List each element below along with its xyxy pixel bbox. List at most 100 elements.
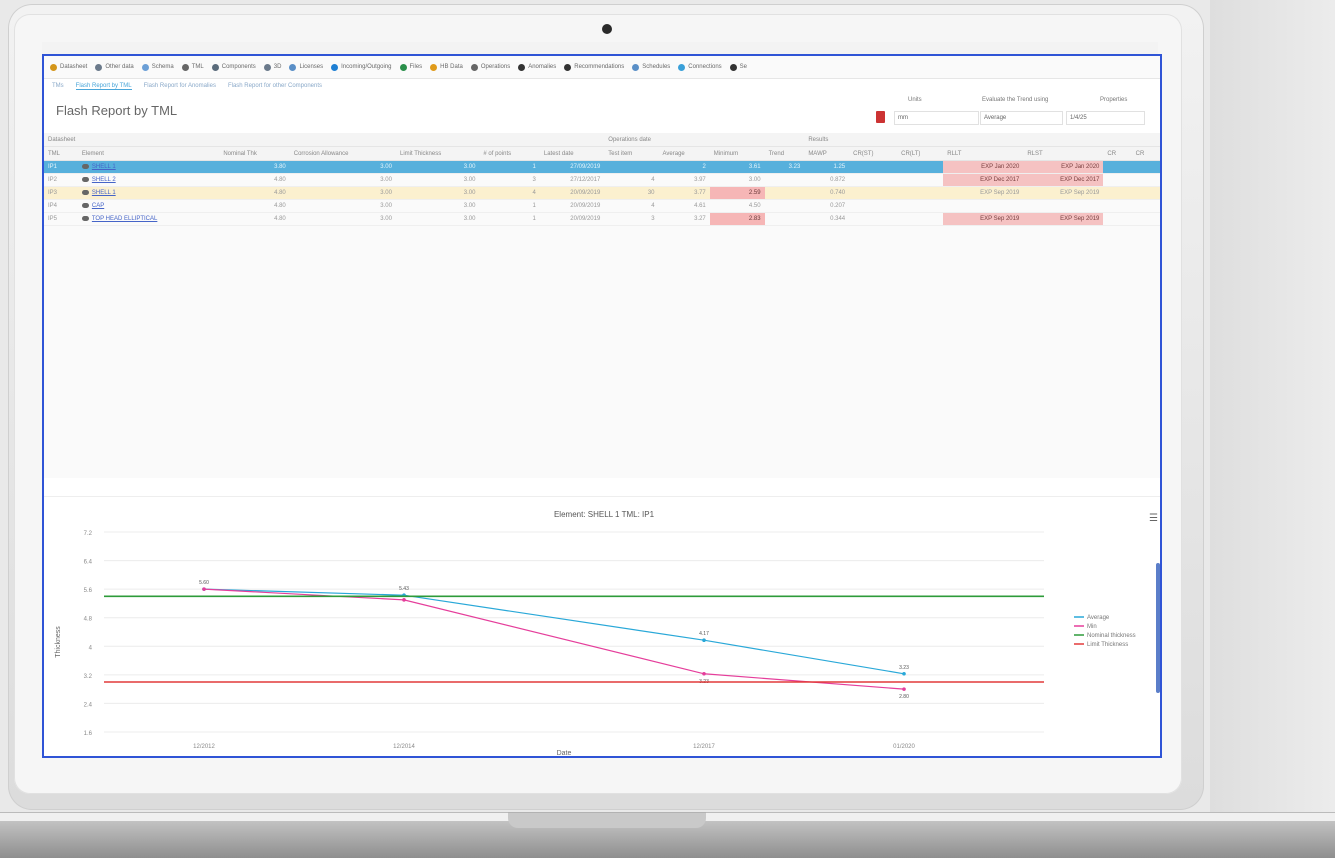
- table-cell: 3.61: [709, 160, 765, 174]
- camera-icon: [602, 24, 612, 34]
- evaluate-select[interactable]: Average: [980, 111, 1063, 125]
- menu-item[interactable]: Schedules: [632, 63, 671, 71]
- element-link[interactable]: TOP HEAD ELLIPTICAL: [92, 216, 157, 222]
- rllt-cell: EXP Jan 2020: [943, 160, 1024, 174]
- menu-item[interactable]: Incoming/Outgoing: [331, 63, 392, 71]
- menu-item[interactable]: Recommendations: [564, 63, 625, 71]
- data-label: 5.60: [199, 580, 209, 586]
- table-cell: 3.00: [289, 199, 396, 213]
- menu-item-label: Schedules: [642, 64, 671, 70]
- column-header[interactable]: CR: [1131, 146, 1160, 161]
- element-icon: [81, 215, 89, 221]
- table-row[interactable]: IP2 SHELL 2 4.80 3.00 3.00 3 27/12/2017 4 3.97 3.…: [44, 173, 1160, 187]
- cell-element: CAP: [77, 199, 220, 213]
- data-point: [402, 598, 406, 602]
- table-cell: 4: [604, 199, 659, 213]
- element-icon: [81, 202, 89, 208]
- column-header[interactable]: MAWP: [804, 146, 850, 161]
- menu-item-label: Se: [739, 64, 747, 70]
- menu-item[interactable]: Licenses: [289, 63, 323, 71]
- thickness-chart-panel: ☰ Element: SHELL 1 TML: IP1 Thickness Da…: [44, 496, 1160, 756]
- element-link[interactable]: SHELL 1: [92, 190, 116, 196]
- table-cell: [897, 173, 944, 187]
- pdf-export-icon[interactable]: [876, 111, 885, 123]
- y-tick-label: 1.6: [84, 731, 93, 737]
- data-point: [902, 687, 906, 691]
- page-header: Flash Report by TML Units mm Evaluate th…: [44, 93, 1160, 133]
- column-header[interactable]: Nominal Thk: [219, 146, 290, 161]
- column-header[interactable]: Limit Thickness: [395, 146, 480, 161]
- element-link[interactable]: SHELL 1: [92, 164, 116, 170]
- menu-icon: [430, 63, 438, 71]
- column-header[interactable]: Trend: [764, 146, 805, 161]
- element-link[interactable]: SHELL 2: [92, 177, 116, 183]
- menu-item-label: Anomalies: [528, 64, 557, 70]
- subnav-tab[interactable]: Flash Report for Anomalies: [144, 83, 216, 89]
- thickness-chart: Element: SHELL 1 TML: IP1 Thickness Date…: [55, 510, 1136, 756]
- report-table-container: Datasheet Operations date Results TML Ele…: [44, 133, 1160, 478]
- subnav-tab[interactable]: Flash Report for other Components: [228, 83, 322, 89]
- column-header[interactable]: # of points: [479, 146, 540, 161]
- menu-item[interactable]: TML: [181, 63, 204, 71]
- cell-tml: IP5: [44, 212, 78, 226]
- y-tick-label: 4.8: [84, 617, 93, 623]
- column-header[interactable]: RLLT: [943, 146, 1024, 161]
- column-header[interactable]: Minimum: [709, 146, 765, 161]
- element-link[interactable]: CAP: [92, 203, 104, 209]
- menu-item[interactable]: Components: [211, 63, 256, 71]
- menu-item-label: Datasheet: [60, 64, 88, 70]
- table-cell: 0.207: [804, 199, 850, 213]
- menu-item[interactable]: Se: [729, 63, 747, 71]
- column-header[interactable]: CR: [1103, 146, 1132, 161]
- data-point: [902, 671, 906, 676]
- menu-item[interactable]: Connections: [678, 63, 722, 71]
- column-header[interactable]: RLST: [1023, 146, 1104, 161]
- subnav-tab[interactable]: TMs: [52, 83, 64, 89]
- table-cell: 20/09/2019: [539, 199, 605, 213]
- menu-item[interactable]: Files: [399, 63, 422, 71]
- table-cell: 4: [604, 173, 659, 187]
- menu-item[interactable]: Anomalies: [518, 63, 557, 71]
- menu-item[interactable]: 3D: [263, 63, 281, 71]
- table-cell: 0.344: [804, 212, 850, 226]
- column-header[interactable]: Element: [77, 146, 220, 161]
- menu-item[interactable]: Schema: [141, 63, 174, 71]
- column-header[interactable]: Average: [658, 146, 710, 161]
- legend-entry: Nominal thickness: [1087, 633, 1136, 639]
- menu-item[interactable]: Operations: [470, 63, 510, 71]
- properties-date[interactable]: 1/4/25: [1066, 111, 1145, 125]
- column-header[interactable]: TML: [44, 146, 78, 161]
- rlst-cell: EXP Dec 2017: [1023, 173, 1104, 187]
- column-header[interactable]: Corrosion Allowance: [289, 146, 396, 161]
- column-header[interactable]: Test item: [604, 146, 659, 161]
- menu-item[interactable]: Other data: [95, 63, 134, 71]
- table-cell: [849, 212, 898, 226]
- table-row[interactable]: IP3 SHELL 1 4.80 3.00 3.00 4 20/09/2019 30 3.77 2…: [44, 186, 1160, 200]
- cell-element: SHELL 1: [77, 160, 220, 174]
- subnav-tab[interactable]: Flash Report by TML: [75, 83, 132, 90]
- cell-element: SHELL 2: [77, 173, 220, 187]
- column-header[interactable]: CR(ST): [849, 146, 898, 161]
- menu-item[interactable]: HB Data: [430, 63, 463, 71]
- table-row[interactable]: IP4 CAP 4.80 3.00 3.00 1 20/09/2019 4 4.61 4.50 0.…: [44, 199, 1160, 213]
- chart-scrollbar[interactable]: [1156, 563, 1160, 693]
- browser-strip: [42, 42, 1158, 54]
- element-icon: [81, 176, 89, 182]
- rllt-cell: EXP Sep 2019: [943, 186, 1024, 200]
- menu-item-label: Recommendations: [574, 64, 625, 70]
- menu-item-label: Other data: [105, 64, 134, 70]
- x-tick-label: 12/2014: [393, 744, 415, 750]
- table-cell: [1103, 160, 1132, 174]
- chart-menu-icon[interactable]: ☰: [1149, 513, 1158, 524]
- table-row[interactable]: IP1 SHELL 1 3.80 3.00 3.00 1 27/09/2019 2 3.61 3.…: [44, 160, 1160, 174]
- column-header[interactable]: CR(LT): [897, 146, 944, 161]
- table-cell: 3.00: [395, 199, 480, 213]
- table-cell: 3.23: [764, 160, 805, 174]
- table-row[interactable]: IP5 TOP HEAD ELLIPTICAL 4.80 3.00 3.00 1 20/09…: [44, 212, 1160, 226]
- menu-icon: [729, 63, 737, 71]
- table-cell: 3.77: [658, 186, 710, 200]
- menu-item[interactable]: Datasheet: [50, 63, 88, 71]
- units-select[interactable]: mm: [894, 111, 979, 125]
- column-header[interactable]: Latest date: [539, 146, 605, 161]
- menu-icon: [331, 63, 339, 71]
